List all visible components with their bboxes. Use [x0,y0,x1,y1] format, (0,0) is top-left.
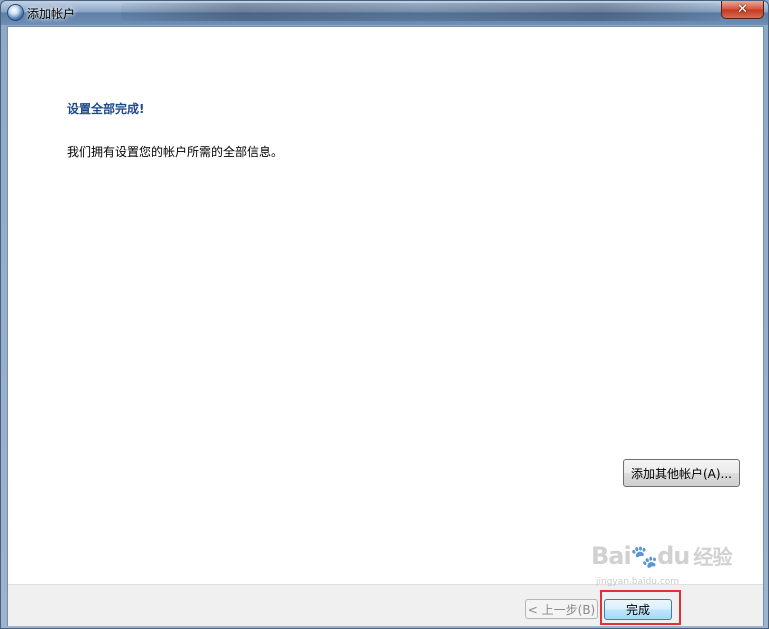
dialog-client-area: 设置全部完成! 我们拥有设置您的帐户所需的全部信息。 添加其他帐户(A)... … [7,26,764,626]
page-heading: 设置全部完成! [67,102,145,116]
dialog-window: 添加帐户 ✕ 设置全部完成! 我们拥有设置您的帐户所需的全部信息。 添加其他帐户… [0,0,769,629]
add-other-account-button[interactable]: 添加其他帐户(A)... [623,459,740,487]
back-button[interactable]: < 上一步(B) [525,599,598,619]
window-title: 添加帐户 [27,7,76,21]
title-bar[interactable]: 添加帐户 ✕ [1,1,768,25]
title-bar-background [121,3,721,21]
finish-button[interactable]: 完成 [604,599,672,620]
content-panel: 设置全部完成! 我们拥有设置您的帐户所需的全部信息。 添加其他帐户(A)... [8,27,763,584]
close-icon: ✕ [737,2,748,17]
globe-icon [8,5,23,20]
info-message: 我们拥有设置您的帐户所需的全部信息。 [67,145,284,159]
close-button[interactable]: ✕ [721,1,764,19]
dialog-footer: < 上一步(B) 完成 [8,584,763,626]
